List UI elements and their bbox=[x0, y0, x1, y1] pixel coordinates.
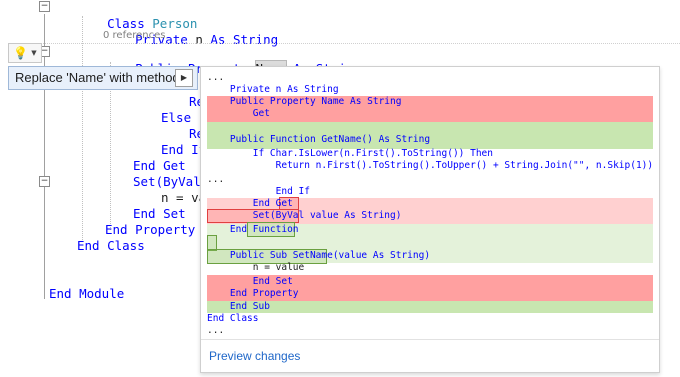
preview-line: Set(ByVal value As String) bbox=[207, 210, 402, 221]
refactoring-preview-panel: ... Private n As String Public Property … bbox=[200, 66, 660, 373]
code-line-end-set: End Set bbox=[133, 206, 186, 221]
preview-line: If Char.IsLower(n.First().ToString()) Th… bbox=[207, 148, 493, 159]
code-line-end-property: End Property bbox=[105, 222, 196, 237]
collapse-set-icon[interactable]: − bbox=[39, 176, 50, 187]
codelens-divider bbox=[40, 43, 680, 44]
preview-line: n = value bbox=[207, 262, 305, 273]
preview-line: Private n As String bbox=[207, 84, 339, 95]
preview-line: Return n.First().ToString().ToUpper() + … bbox=[207, 160, 654, 171]
preview-line: ... bbox=[207, 174, 225, 185]
preview-line: ... bbox=[207, 325, 225, 336]
code-line-else: Else bbox=[161, 110, 192, 125]
quick-action-menu-item[interactable]: Replace 'Name' with methods ▶ bbox=[8, 66, 198, 90]
quick-actions-lightbulb[interactable]: 💡 ▼ bbox=[8, 43, 42, 63]
preview-line: End Set bbox=[207, 276, 293, 287]
code-line-end-module: End Module bbox=[49, 286, 125, 301]
added-band bbox=[207, 301, 653, 313]
indent-guide bbox=[82, 16, 83, 240]
preview-changes-link[interactable]: Preview changes bbox=[209, 349, 300, 363]
preview-divider bbox=[201, 339, 659, 340]
code-line-end-class: End Class bbox=[77, 238, 145, 253]
chevron-down-icon: ▼ bbox=[31, 49, 37, 57]
preview-line: Public Sub SetName(value As String) bbox=[207, 250, 431, 261]
code-line-end-get: End Get bbox=[133, 158, 186, 173]
codelens-references[interactable]: 0 references bbox=[103, 30, 166, 41]
menu-item-label: Replace 'Name' with methods bbox=[15, 70, 187, 85]
preview-line: Get bbox=[207, 108, 270, 119]
lightbulb-icon: 💡 bbox=[13, 46, 29, 60]
preview-line: End Get bbox=[207, 198, 293, 209]
preview-line: End Function bbox=[207, 224, 299, 235]
collapse-class-icon[interactable]: − bbox=[39, 1, 50, 12]
code-line-set: Set(ByVal bbox=[133, 174, 201, 189]
preview-line: Public Property Name As String bbox=[207, 96, 402, 107]
preview-line: Public Function GetName() As String bbox=[207, 134, 431, 145]
chevron-right-icon[interactable]: ▶ bbox=[175, 69, 193, 87]
preview-line: End If bbox=[207, 186, 310, 197]
preview-line: End Sub bbox=[207, 301, 270, 312]
preview-line: End Class bbox=[207, 313, 259, 324]
preview-line: End Property bbox=[207, 288, 299, 299]
preview-line: ... bbox=[207, 72, 225, 83]
